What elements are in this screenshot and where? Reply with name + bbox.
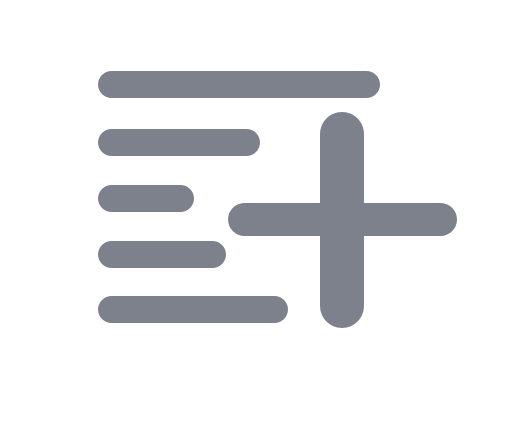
list-line-1 — [98, 71, 380, 98]
plus-horizontal-bar — [228, 203, 457, 236]
list-line-3 — [98, 185, 194, 212]
add-to-list-icon — [0, 0, 507, 437]
add-to-list-glyph — [98, 71, 457, 328]
list-line-2 — [98, 129, 260, 156]
list-line-4 — [98, 241, 226, 268]
icon-canvas — [0, 0, 507, 437]
add-to-list-icon-svg — [98, 71, 457, 328]
list-line-5 — [98, 296, 288, 323]
